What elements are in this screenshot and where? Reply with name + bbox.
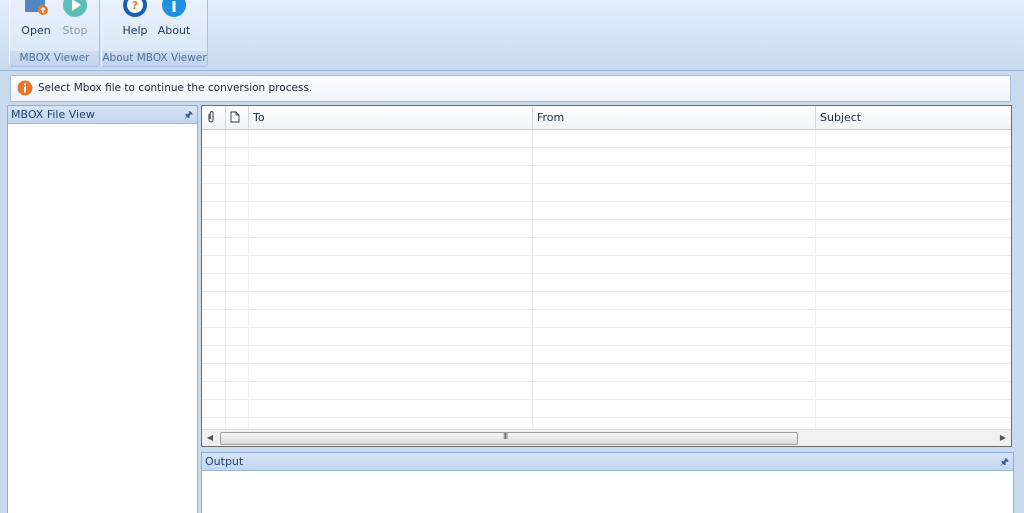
pin-icon[interactable]: 🖈 [1000,454,1009,471]
open-button-label: Open [21,24,51,37]
column-header-attachment[interactable] [202,106,226,129]
panel-title: MBOX File View [11,108,95,121]
message-grid[interactable]: To From Subject ◀ III ▶ [201,105,1012,447]
open-folder-icon [25,0,48,15]
ribbon-group-mbox-viewer: Open Stop MBOX Viewer [9,0,100,67]
open-button[interactable]: Open [16,0,56,48]
column-divider [532,130,533,430]
grid-header: To From Subject [202,106,1011,130]
column-header-from[interactable]: From [533,106,816,129]
column-divider [225,130,226,430]
svg-text:?: ? [132,0,138,12]
info-icon [17,80,33,96]
attachment-icon [208,111,214,123]
column-header-to[interactable]: To [249,106,533,129]
group-label-about: About MBOX Viewer [102,51,207,66]
horizontal-scrollbar[interactable]: ◀ III ▶ [202,429,1011,446]
panel-header: Output 🖈 [202,453,1013,471]
panel-header: MBOX File View 🖈 [8,106,197,124]
column-divider [815,130,816,430]
group-label-mbox-viewer: MBOX Viewer [10,51,99,66]
stop-play-icon [63,0,87,17]
scrollbar-grip: III [503,432,508,441]
document-icon [230,111,240,123]
pin-icon[interactable]: 🖈 [184,107,193,124]
stop-button[interactable]: Stop [55,0,95,48]
folder-tree[interactable] [8,124,197,513]
output-panel: Output 🖈 [201,452,1014,513]
column-divider [248,130,249,430]
help-button-label: Help [122,24,148,37]
panel-title: Output [205,455,244,468]
scroll-left-icon[interactable]: ◀ [202,430,218,446]
scroll-right-icon[interactable]: ▶ [995,430,1011,446]
grid-body[interactable] [202,130,1011,430]
ribbon: Open Stop MBOX Viewer ? Help About About… [0,0,1024,71]
about-button[interactable]: About [154,0,194,48]
mbox-file-view-panel: MBOX File View 🖈 [7,105,198,513]
ribbon-group-about: ? Help About About MBOX Viewer [101,0,208,67]
help-icon: ? [123,0,147,17]
column-header-document[interactable] [226,106,249,129]
status-info-bar: Select Mbox file to continue the convers… [10,75,1011,102]
output-log[interactable] [202,471,1013,513]
help-button[interactable]: ? Help [115,0,155,48]
column-header-subject[interactable]: Subject [816,106,1011,129]
info-message: Select Mbox file to continue the convers… [38,82,313,94]
stop-button-label: Stop [62,24,88,37]
scrollbar-thumb[interactable]: III [220,432,798,445]
info-icon [162,0,186,17]
about-button-label: About [157,24,191,37]
